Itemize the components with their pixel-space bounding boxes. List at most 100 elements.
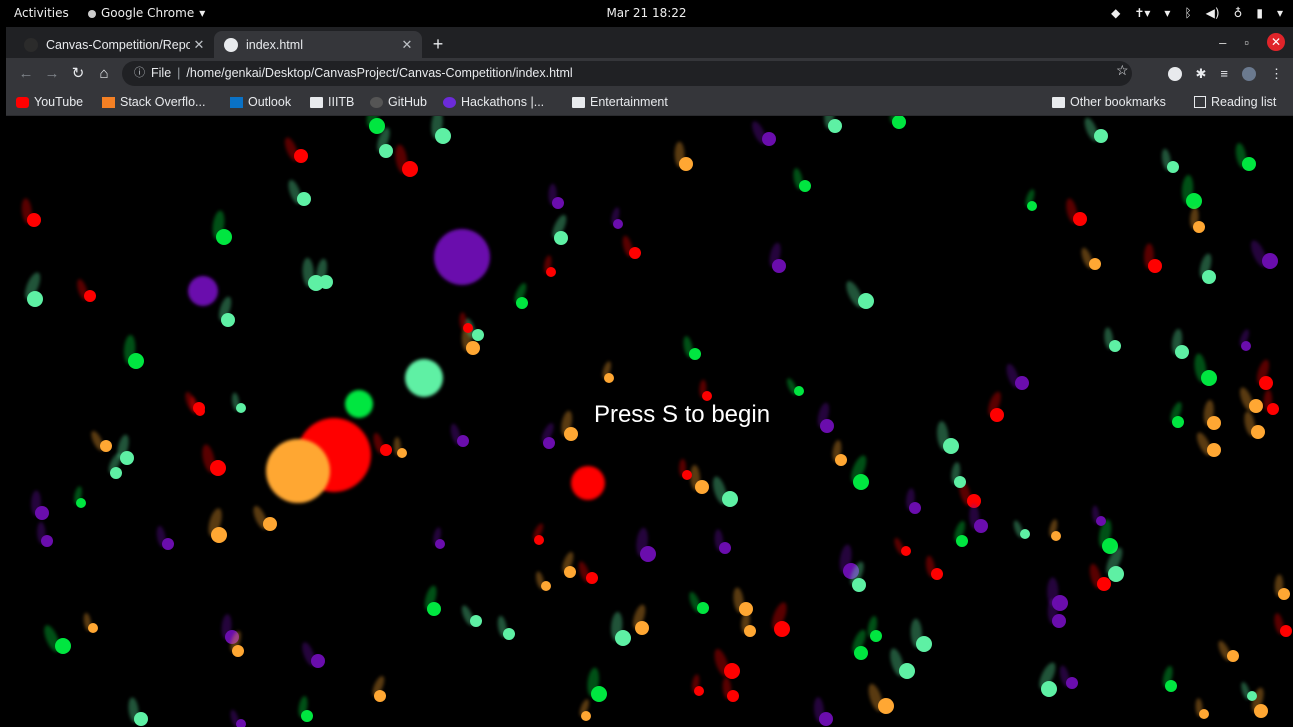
reading-list[interactable]: Reading list [1194,89,1276,115]
home-button[interactable]: ⌂ [92,58,116,89]
browser-toolbar: ← → ↻ ⌂ ⓘ File | /home/genkai/Desktop/Ca… [6,58,1293,89]
wifi-icon: ▾ [1164,6,1171,20]
system-tray[interactable]: ◆ ✝▾ ▾ ᛒ ◀) ♁ ▮ ▾ [1111,0,1283,27]
bookmark-stack-overflow[interactable]: Stack Overflo... [102,89,205,115]
media-controls-icon[interactable]: ≡ [1220,66,1228,81]
particle [503,628,515,640]
battery-icon: ▮ [1256,6,1263,20]
particle [1165,680,1177,692]
outlook-icon [230,96,243,108]
other-bookmarks-label: Other bookmarks [1070,95,1166,109]
particle [1108,566,1124,582]
particle [27,291,43,307]
particle [799,180,811,192]
discord-tray-icon[interactable]: ◆ [1111,0,1120,27]
restore-button[interactable]: ▫ [1244,35,1249,50]
particle [1027,201,1037,211]
particle [689,348,701,360]
bookmark-outlook[interactable]: Outlook [230,89,291,115]
tab-title: Canvas-Competition/Repo [46,37,190,52]
back-button[interactable]: ← [14,58,38,89]
folder-icon [310,96,323,108]
particle [554,231,568,245]
particle [1020,529,1030,539]
system-clock[interactable]: Mar 21 18:22 [0,0,1293,27]
forward-button[interactable]: → [40,58,64,89]
particle [629,247,641,259]
other-bookmarks[interactable]: Other bookmarks [1052,89,1166,115]
bookmark-label: Stack Overflo... [120,95,206,109]
particle [110,467,122,479]
url-scheme: File [151,66,172,80]
blocker-extension-icon[interactable] [1167,66,1182,81]
microphone-icon: ♁ [1233,6,1243,20]
particle [470,615,482,627]
particle [379,144,393,158]
tab-index-html[interactable]: index.html ✕ [214,31,422,58]
chrome-window: Canvas-Competition/Repo ✕ index.html ✕ +… [6,27,1293,727]
particle [604,373,614,383]
particle [1109,340,1121,352]
particle [297,192,311,206]
profile-avatar[interactable] [1242,66,1256,81]
particle [216,229,232,245]
particle [744,625,756,637]
particle [697,602,709,614]
particle [1202,270,1216,284]
particle [301,710,313,722]
minimize-button[interactable]: – [1219,35,1226,50]
particle [466,341,480,355]
particle [719,542,731,554]
particle [1262,253,1278,269]
info-icon[interactable]: ⓘ [134,61,145,86]
particle [635,621,649,635]
close-window-button[interactable]: ✕ [1267,33,1285,51]
desktop-screen: Activities Google Chrome ▾ Mar 21 18:22 … [0,0,1293,727]
bookmark-github[interactable]: GitHub [370,89,427,115]
particle [405,359,443,397]
accessibility-icon[interactable]: ✝▾ [1134,0,1150,27]
particle [1186,193,1202,209]
close-tab-icon[interactable]: ✕ [398,37,416,53]
chrome-menu-icon[interactable]: ⋮ [1270,66,1283,82]
particle [762,132,776,146]
bookmark-star-icon[interactable]: ☆ [1116,58,1129,83]
particle [380,444,392,456]
particle [640,546,656,562]
bookmark-youtube[interactable]: YouTube [16,89,83,115]
github-icon [370,96,383,108]
extensions-area: ✱ ≡ ⋮ [1167,58,1283,89]
particle [128,353,144,369]
tab-canvas-competition-repo[interactable]: Canvas-Competition/Repo ✕ [14,31,214,58]
particle [1041,681,1057,697]
address-bar[interactable]: ⓘ File | /home/genkai/Desktop/CanvasProj… [122,61,1132,86]
particle [794,386,804,396]
particle [41,535,53,547]
reload-button[interactable]: ↻ [66,58,90,89]
particle [679,157,693,171]
particle [1278,588,1290,600]
particle [434,229,490,285]
bookmark-hackathons[interactable]: Hackathons |... [443,89,544,115]
bookmark-label: Outlook [248,95,292,109]
particle [772,259,786,273]
particle [1052,614,1066,628]
particle [943,438,959,454]
page-canvas[interactable]: Press S to begin [6,116,1293,727]
bookmark-iiitb[interactable]: IIITB [310,89,354,115]
particle [695,480,709,494]
particle [591,686,607,702]
volume-icon: ◀) [1205,6,1220,20]
close-tab-icon[interactable]: ✕ [190,37,208,53]
new-tab-button[interactable]: + [426,32,450,56]
particle [1241,341,1251,351]
globe-icon [224,37,238,52]
particle [1242,157,1256,171]
particle [1073,212,1087,226]
extensions-puzzle-icon[interactable]: ✱ [1196,66,1207,82]
particle [1247,691,1257,701]
bookmark-entertainment[interactable]: Entertainment [572,89,668,115]
tab-strip: Canvas-Competition/Repo ✕ index.html ✕ +… [6,27,1293,58]
particle [774,621,790,637]
particle [682,470,692,480]
